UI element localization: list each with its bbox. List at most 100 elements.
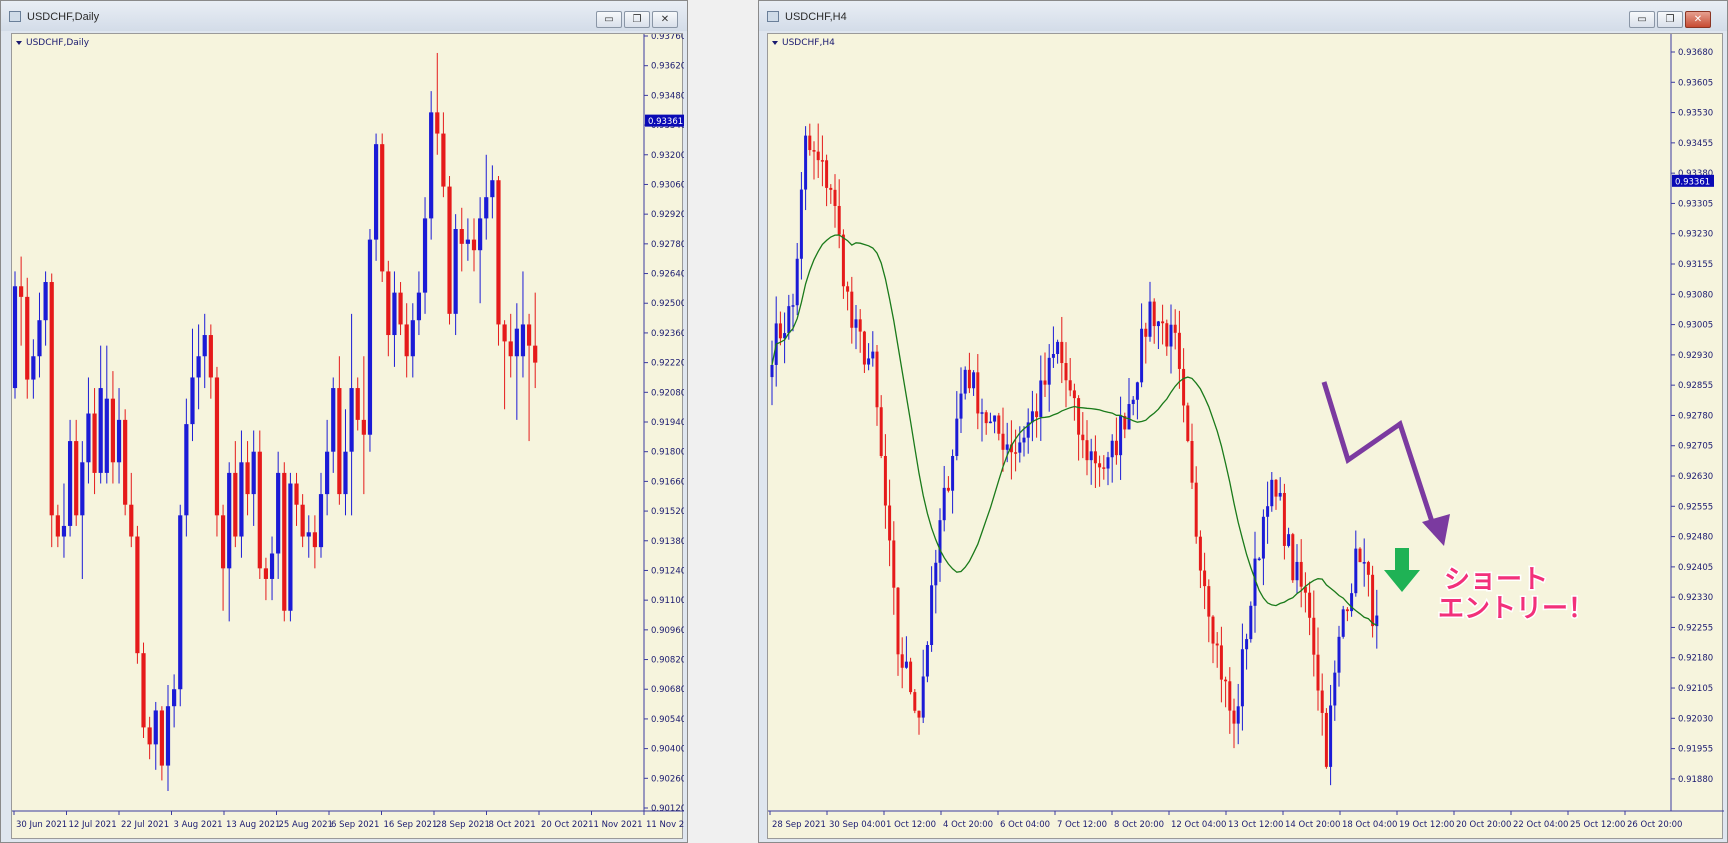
candle-body	[257, 451, 262, 569]
minimize-button[interactable]: ▭	[596, 11, 622, 28]
restore-button[interactable]: ❐	[1657, 11, 1683, 28]
y-tick-label: 0.92030	[1678, 714, 1713, 724]
y-tick-label: 0.91880	[1678, 775, 1713, 785]
candle-body	[306, 532, 311, 537]
y-tick-label: 0.91520	[651, 507, 684, 517]
daily-window-titlebar[interactable]: USDCHF,Daily ▭ ❐ ✕	[1, 1, 687, 31]
candle-body	[879, 407, 883, 456]
x-tick-label: 16 Sep 2021	[384, 820, 438, 830]
candle-body	[502, 324, 507, 342]
candle-body	[888, 505, 892, 541]
x-tick-label: 6 Sep 2021	[331, 820, 379, 830]
candle-body	[984, 412, 988, 424]
candle-body	[404, 324, 409, 357]
short-entry-annotation: エントリー！	[1438, 594, 1594, 624]
daily-plot-area[interactable]: 0.937600.936200.934800.933400.932000.930…	[11, 33, 684, 839]
y-tick-label: 0.92705	[1678, 442, 1713, 452]
daily-chart-window[interactable]: USDCHF,Daily ▭ ❐ ✕ 0.93760 0.93620 0.93480…	[0, 0, 688, 843]
candle-body	[67, 441, 73, 526]
candle-body	[1366, 562, 1370, 575]
y-tick-label: 0.92255	[1678, 623, 1713, 633]
candle-body	[1060, 341, 1064, 364]
candle-body	[904, 661, 908, 668]
candle-body	[282, 472, 287, 611]
candle-body	[804, 135, 808, 190]
candle-body	[1345, 609, 1349, 612]
candle-body	[12, 286, 18, 389]
h4-window-title: USDCHF,H4	[785, 11, 847, 23]
candle-body	[1287, 534, 1291, 546]
candle-body	[361, 419, 366, 435]
x-tick-label: 4 Oct 20:00	[943, 820, 993, 830]
candle-body	[25, 296, 30, 380]
candle-body	[938, 520, 942, 563]
daily-candlestick-chart: 0.937600.936200.934800.933400.932000.930…	[12, 34, 684, 830]
candle-body	[116, 419, 122, 463]
close-button[interactable]: ✕	[652, 11, 678, 28]
candle-body	[331, 388, 336, 452]
candle-body	[410, 320, 415, 357]
candle-body	[1135, 382, 1139, 400]
candle-body	[220, 515, 226, 569]
candle-body	[837, 205, 841, 235]
candle-body	[1035, 411, 1039, 418]
candle-body	[80, 462, 85, 516]
candle-body	[245, 462, 250, 495]
y-tick-label: 0.92640	[651, 270, 684, 280]
candle-body	[862, 331, 866, 365]
candle-body	[1362, 562, 1366, 564]
x-tick-label: 20 Oct 20:00	[1456, 820, 1511, 830]
candle-body	[441, 133, 446, 187]
candle-body	[172, 689, 177, 707]
y-tick-label: 0.92780	[651, 240, 684, 250]
chart-symbol-label: USDCHF,Daily	[26, 38, 90, 48]
candle-body	[1257, 558, 1261, 561]
dropdown-triangle-icon	[16, 41, 22, 45]
candle-body	[1198, 536, 1202, 571]
y-tick-label: 0.91240	[651, 566, 684, 576]
candle-body	[925, 645, 929, 677]
candle-body	[196, 356, 201, 378]
minimize-button[interactable]: ▭	[1629, 11, 1655, 28]
h4-window-titlebar[interactable]: USDCHF,H4 ▭ ❐ ✕	[759, 1, 1727, 31]
candle-body	[1270, 479, 1274, 507]
candle-body	[1169, 324, 1173, 347]
candle-body	[1014, 452, 1018, 454]
candle-body	[1161, 321, 1165, 324]
candle-body	[1089, 451, 1093, 461]
x-tick-label: 28 Sep 2021	[772, 820, 826, 830]
purple-arrow-head-icon	[1422, 514, 1450, 546]
candle-body	[178, 515, 183, 690]
candle-body	[471, 239, 477, 251]
candle-body	[959, 393, 963, 419]
x-tick-label: 30 Sep 04:00	[829, 820, 886, 830]
candle-body	[1156, 321, 1160, 327]
candle-body	[858, 319, 862, 332]
y-tick-label: 0.92480	[1678, 533, 1713, 543]
candle-body	[355, 388, 360, 420]
chart-window-icon	[767, 11, 779, 22]
x-tick-label: 1 Oct 12:00	[886, 820, 936, 830]
h4-plot-area[interactable]: 0.93680 0.93605 0.93530 0.93455 0.93380 0.933…	[767, 33, 1724, 839]
close-button[interactable]: ✕	[1685, 11, 1711, 28]
candle-body	[812, 150, 816, 152]
candle-body	[1308, 592, 1312, 618]
y-tick-label: 0.91940	[651, 418, 684, 428]
restore-button[interactable]: ❐	[624, 11, 650, 28]
h4-candlestick-chart: 0.936800.936050.935300.934550.933800.933…	[768, 34, 1724, 830]
x-tick-label: 11 Nov 2021	[646, 820, 684, 830]
candle-body	[1177, 332, 1181, 369]
y-tick-label: 0.92360	[651, 329, 684, 339]
candle-body	[1005, 444, 1009, 450]
candle-body	[1051, 353, 1055, 358]
candle-body	[110, 398, 116, 463]
y-tick-label: 0.93760	[651, 34, 684, 42]
candle-body	[43, 282, 48, 321]
candle-body	[980, 412, 984, 414]
y-tick-label: 0.92220	[651, 359, 684, 369]
h4-chart-window[interactable]: USDCHF,H4 ▭ ❐ ✕ 0.93680 0.93605 0.93530 0.9…	[758, 0, 1728, 843]
y-tick-label: 0.93155	[1678, 260, 1713, 270]
candle-body	[946, 487, 950, 491]
candle-body	[909, 661, 913, 693]
candle-body	[1341, 609, 1345, 637]
